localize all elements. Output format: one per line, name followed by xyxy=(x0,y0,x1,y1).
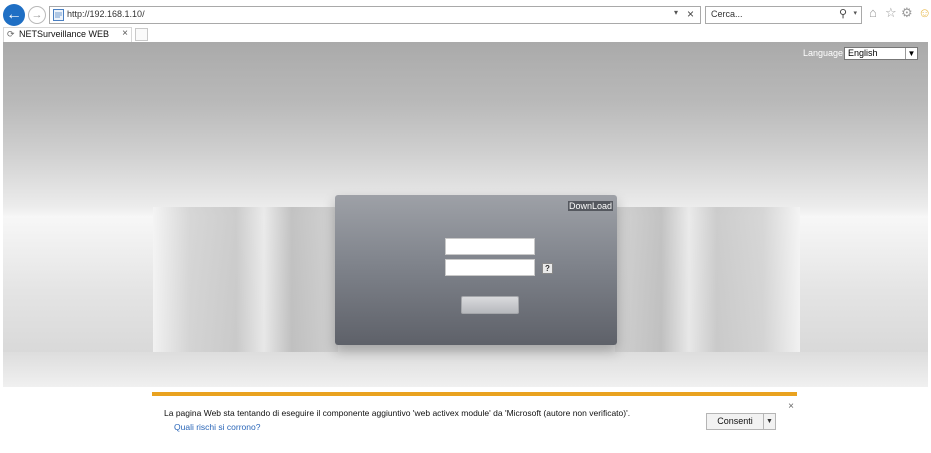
risks-link[interactable]: Quali rischi si corrono? xyxy=(174,422,260,432)
info-message: La pagina Web sta tentando di eseguire i… xyxy=(164,408,631,418)
search-input[interactable]: Cerca... xyxy=(711,9,743,19)
feedback-icon[interactable]: ☺ xyxy=(918,5,931,20)
search-box[interactable]: Cerca... ⚲ ▾ xyxy=(705,6,862,24)
home-icon[interactable]: ⌂ xyxy=(869,5,877,20)
forward-button[interactable]: → xyxy=(28,6,46,24)
info-bar: La pagina Web sta tentando di eseguire i… xyxy=(152,392,797,453)
page-icon xyxy=(53,9,64,21)
password-input[interactable] xyxy=(445,259,535,276)
address-text[interactable]: http://192.168.1.10/ xyxy=(67,9,145,19)
tab-bar: ⟳ NETSurveillance WEB × xyxy=(0,27,931,42)
background-corridor-left xyxy=(153,207,338,352)
search-icon[interactable]: ⚲ xyxy=(839,7,847,20)
back-button[interactable]: ← xyxy=(3,4,25,26)
allow-dropdown-icon[interactable]: ▼ xyxy=(764,413,776,430)
language-value[interactable]: English xyxy=(848,48,878,58)
background-floor xyxy=(3,352,928,387)
close-tab-icon[interactable]: × xyxy=(122,28,128,39)
language-label: Language xyxy=(803,48,844,58)
settings-icon[interactable]: ⚙ xyxy=(901,5,913,21)
new-tab-button[interactable] xyxy=(135,28,148,41)
chevron-down-icon[interactable]: ▼ xyxy=(905,48,917,59)
address-bar[interactable]: http://192.168.1.10/ ▾ × xyxy=(49,6,701,24)
page-content: Language English ▼ DownLoad ? xyxy=(3,42,928,387)
browser-toolbar: ← → http://192.168.1.10/ ▾ × Cerca... ⚲ … xyxy=(0,0,931,27)
background-corridor-right xyxy=(615,207,800,352)
back-icon: ← xyxy=(6,6,22,23)
search-dropdown-icon[interactable]: ▾ xyxy=(853,9,857,17)
dropdown-icon[interactable]: ▾ xyxy=(674,8,678,17)
close-icon[interactable]: × xyxy=(788,401,794,412)
favorites-icon[interactable]: ☆ xyxy=(885,5,897,21)
download-link[interactable]: DownLoad xyxy=(567,201,613,211)
help-button[interactable]: ? xyxy=(542,263,553,274)
login-panel: DownLoad ? xyxy=(335,195,617,345)
tab-title: NETSurveillance WEB xyxy=(19,29,110,39)
allow-button[interactable]: Consenti xyxy=(706,413,764,430)
login-button[interactable] xyxy=(461,296,519,314)
forward-icon: → xyxy=(31,9,43,21)
tab-netsurveillance[interactable]: ⟳ NETSurveillance WEB × xyxy=(3,27,132,42)
stop-icon[interactable]: × xyxy=(687,7,694,21)
language-select[interactable]: English ▼ xyxy=(844,47,918,60)
username-input[interactable] xyxy=(445,238,535,255)
loading-icon: ⟳ xyxy=(7,29,15,39)
